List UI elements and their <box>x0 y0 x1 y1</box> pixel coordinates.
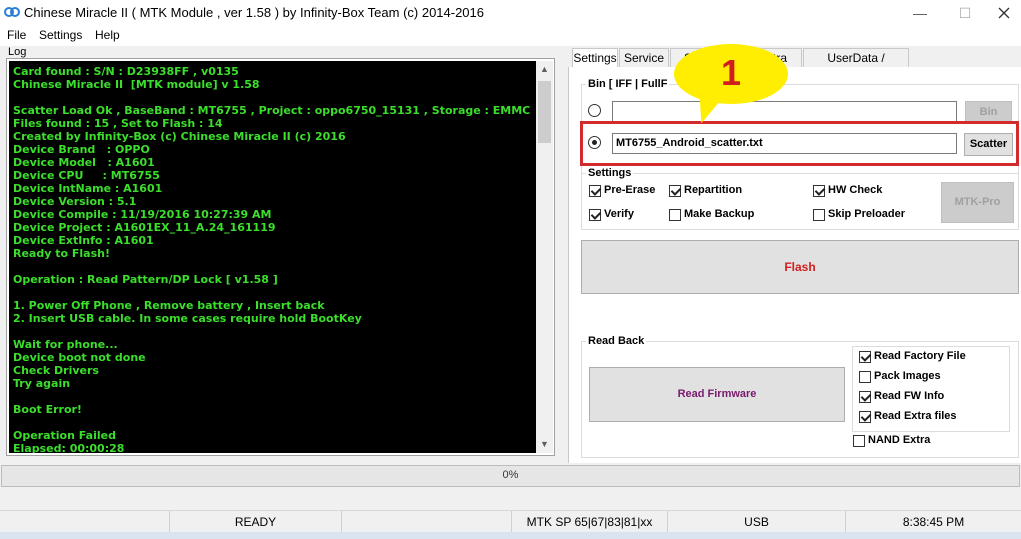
progress-bar: 0% <box>1 465 1020 487</box>
flash-button[interactable]: Flash <box>581 240 1019 294</box>
progress-text: 0% <box>502 469 519 481</box>
menu-help[interactable]: Help <box>95 28 120 42</box>
pre-erase-label: Pre-Erase <box>604 184 656 196</box>
hw-check-checkbox[interactable] <box>813 185 825 197</box>
pre-erase-checkbox[interactable] <box>589 185 601 197</box>
log-line: Device boot not done <box>13 351 146 364</box>
menu-bar: File Settings Help <box>0 26 1021 46</box>
background-strip <box>0 532 1021 539</box>
nand-extra-checkbox[interactable] <box>853 435 865 447</box>
log-line: Created by Infinity-Box (c) Chinese Mira… <box>13 130 346 143</box>
verify-checkbox[interactable] <box>589 209 601 221</box>
pack-images-label: Pack Images <box>874 370 941 382</box>
callout-number: 1 <box>720 52 742 93</box>
log-line: Device Model : A1601 <box>13 156 155 169</box>
log-line: Device Project : A1601EX_11_A.24_161119 <box>13 221 276 234</box>
log-line: Elapsed: 00:00:28 <box>13 442 125 453</box>
log-line: Device CPU : MT6755 <box>13 169 160 182</box>
tab-settings[interactable]: Settings <box>572 48 618 68</box>
scatter-highlight-box <box>580 121 1019 166</box>
read-extra-files-checkbox[interactable] <box>859 411 871 423</box>
read-factory-file-checkbox[interactable] <box>859 351 871 363</box>
skip-preloader-label: Skip Preloader <box>828 208 906 220</box>
log-line: Wait for phone... <box>13 338 118 351</box>
verify-label: Verify <box>604 208 634 220</box>
log-line: 2. Insert USB cable. In some cases requi… <box>13 312 362 325</box>
read-extra-files-label: Read Extra files <box>874 410 957 422</box>
log-line: Operation Failed <box>13 429 116 442</box>
bin-radio[interactable] <box>588 104 601 117</box>
repartition-label: Repartition <box>684 184 743 196</box>
log-label: Log <box>8 46 27 58</box>
status-mtk-sp: MTK SP 65|67|83|81|xx <box>512 511 668 533</box>
log-line: Scatter Load Ok , BaseBand : MT6755 , Pr… <box>13 104 531 117</box>
log-line: Device Version : 5.1 <box>13 195 137 208</box>
read-factory-file-label: Read Factory File <box>874 350 966 362</box>
status-cell-empty <box>0 511 170 533</box>
log-line: 1. Power Off Phone , Remove battery , In… <box>13 299 325 312</box>
close-icon[interactable] <box>997 6 1011 20</box>
title-bar: Chinese Miracle II ( MTK Module , ver 1.… <box>0 0 1021 26</box>
settings-group-title: Settings <box>586 167 634 179</box>
mtk-pro-button[interactable]: MTK-Pro <box>941 182 1014 223</box>
status-bar: READY MTK SP 65|67|83|81|xx USB 8:38:45 … <box>0 510 1021 533</box>
log-lines: Card found : S/N : D23938FF , v0135 Chine… <box>13 65 530 453</box>
read-fw-info-checkbox[interactable] <box>859 391 871 403</box>
read-fw-info-label: Read FW Info <box>874 390 945 402</box>
log-line: Device Brand : OPPO <box>13 143 150 156</box>
read-back-title: Read Back <box>586 335 647 347</box>
scroll-up-icon[interactable]: ▲ <box>536 61 553 78</box>
bin-group-title: Bin [ IFF | FullF <box>586 78 670 90</box>
scroll-down-icon[interactable]: ▼ <box>536 436 553 453</box>
app-logo-icon <box>4 7 20 17</box>
minimize-icon[interactable]: — <box>910 3 930 23</box>
hw-check-label: HW Check <box>828 184 883 196</box>
log-line: Files found : 15 , Set to Flash : 14 <box>13 117 223 130</box>
log-console: Card found : S/N : D23938FF , v0135 Chine… <box>9 61 537 453</box>
window-title: Chinese Miracle II ( MTK Module , ver 1.… <box>24 5 485 20</box>
pack-images-checkbox[interactable] <box>859 371 871 383</box>
log-panel: Card found : S/N : D23938FF , v0135 Chine… <box>6 58 555 456</box>
menu-file[interactable]: File <box>7 28 26 42</box>
log-line: Chinese Miracle II [MTK module] v 1.58 <box>13 78 260 91</box>
log-line: Device ExtInfo : A1601 <box>13 234 154 247</box>
log-line: Boot Error! <box>13 403 82 416</box>
log-line: Operation : Read Pattern/DP Lock [ v1.58… <box>13 273 278 286</box>
tab-service[interactable]: Service <box>619 48 669 67</box>
status-state: READY <box>170 511 342 533</box>
scroll-thumb[interactable] <box>538 81 551 143</box>
status-connection: USB <box>668 511 846 533</box>
log-line: Try again <box>13 377 71 390</box>
nand-extra-label: NAND Extra <box>868 434 931 446</box>
make-backup-checkbox[interactable] <box>669 209 681 221</box>
status-time: 8:38:45 PM <box>902 515 965 529</box>
make-backup-label: Make Backup <box>684 208 755 220</box>
status-empty-2 <box>342 511 512 533</box>
log-line: Check Drivers <box>13 364 99 377</box>
maximize-icon[interactable]: ☐ <box>955 3 975 23</box>
bin-path-field[interactable] <box>612 101 957 122</box>
log-line: Device Compile : 11/19/2016 10:27:39 AM <box>13 208 272 221</box>
menu-settings[interactable]: Settings <box>39 28 82 42</box>
log-line: Device IntName : A1601 <box>13 182 163 195</box>
log-line: Ready to Flash! <box>13 247 110 260</box>
skip-preloader-checkbox[interactable] <box>813 209 825 221</box>
repartition-checkbox[interactable] <box>669 185 681 197</box>
tab-userdata-forensic[interactable]: UserData / Forensic <box>803 48 909 83</box>
read-firmware-button[interactable]: Read Firmware <box>589 367 845 422</box>
log-scrollbar[interactable]: ▲ ▼ <box>536 61 553 453</box>
log-line: Card found : S/N : D23938FF , v0135 <box>13 65 239 78</box>
